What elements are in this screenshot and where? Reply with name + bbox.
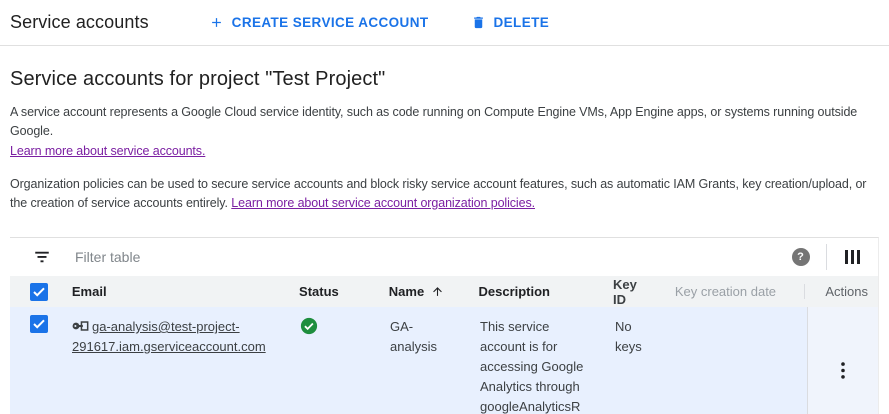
- create-service-account-button[interactable]: CREATE SERVICE ACCOUNT: [201, 9, 437, 36]
- learn-more-org-policies-link[interactable]: Learn more about service account organiz…: [231, 196, 535, 210]
- select-all-cell: [10, 283, 62, 301]
- row-select-cell: [10, 307, 62, 414]
- sort-ascending-icon: [431, 285, 444, 298]
- row-checkbox[interactable]: [30, 315, 48, 333]
- status-active-icon: [300, 317, 318, 335]
- delete-button-label: DELETE: [494, 15, 550, 30]
- name-cell: GA-analysis: [380, 307, 470, 414]
- learn-more-service-accounts-link[interactable]: Learn more about service accounts.: [10, 142, 205, 161]
- key-creation-date-cell: [667, 307, 807, 414]
- create-button-label: CREATE SERVICE ACCOUNT: [232, 15, 429, 30]
- help-icon[interactable]: ?: [792, 248, 810, 266]
- column-header-name[interactable]: Name: [379, 284, 469, 299]
- delete-button[interactable]: DELETE: [463, 9, 558, 36]
- service-account-email-link[interactable]: ga-analysis@test-project-291617.iam.gser…: [72, 319, 266, 354]
- section-heading: Service accounts for project "Test Proje…: [10, 68, 879, 91]
- row-actions-menu-button[interactable]: [831, 315, 855, 414]
- check-icon: [33, 319, 45, 329]
- column-header-actions: Actions: [804, 284, 878, 299]
- service-account-key-icon: [72, 319, 89, 333]
- filter-icon[interactable]: [33, 250, 51, 264]
- description-cell: This service account is for accessing Go…: [470, 307, 605, 414]
- plus-icon: [209, 15, 224, 30]
- column-header-key-id[interactable]: Key ID: [603, 277, 665, 307]
- column-header-email[interactable]: Email: [62, 284, 289, 299]
- select-all-checkbox[interactable]: [30, 283, 48, 301]
- status-cell: [290, 307, 380, 414]
- email-cell: ga-analysis@test-project-291617.iam.gser…: [62, 307, 290, 414]
- main-content: Service accounts for project "Test Proje…: [0, 68, 889, 414]
- table-row: ga-analysis@test-project-291617.iam.gser…: [10, 307, 878, 414]
- check-icon: [33, 287, 45, 297]
- column-header-description[interactable]: Description: [468, 284, 603, 299]
- intro-text: A service account represents a Google Cl…: [10, 103, 879, 141]
- service-accounts-table: ? Email Status Name Des: [10, 237, 879, 414]
- table-filter-bar: ?: [10, 238, 878, 276]
- more-vert-icon: [841, 362, 845, 379]
- page-header: Service accounts CREATE SERVICE ACCOUNT …: [0, 0, 889, 46]
- column-header-status[interactable]: Status: [289, 284, 379, 299]
- toolbar-divider: [826, 244, 827, 270]
- table-header-row: Email Status Name Description Key ID Key…: [10, 276, 878, 307]
- trash-icon: [471, 15, 486, 30]
- column-header-key-creation-date[interactable]: Key creation date: [665, 284, 805, 299]
- key-id-cell: No keys: [605, 307, 667, 414]
- org-policy-paragraph: Organization policies can be used to sec…: [10, 175, 879, 213]
- filter-table-input[interactable]: [75, 249, 792, 265]
- actions-cell: [807, 307, 878, 414]
- column-display-icon[interactable]: [843, 248, 863, 266]
- page-title: Service accounts: [10, 12, 149, 33]
